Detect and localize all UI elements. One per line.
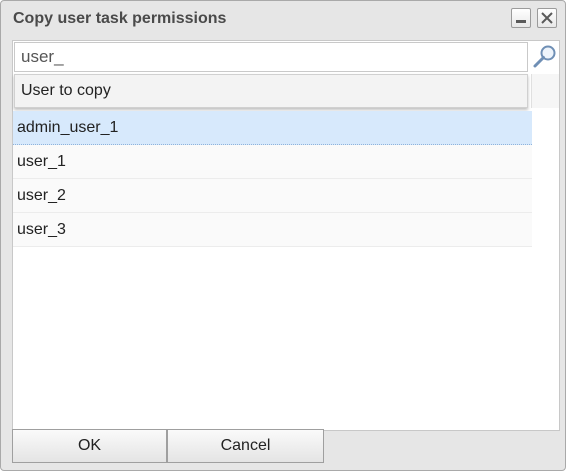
list-item[interactable]: user_1 — [13, 145, 532, 179]
dialog-content: User to copy admin_user_1 user_1 user_2 … — [12, 40, 560, 431]
list-item[interactable]: user_2 — [13, 179, 532, 213]
minimize-icon — [516, 20, 526, 23]
magnifier-icon — [533, 45, 556, 68]
search-button[interactable] — [531, 43, 559, 71]
autocomplete-dropdown[interactable]: User to copy — [14, 74, 528, 108]
scrollbar-gutter — [531, 74, 559, 108]
dialog-button-bar: OK Cancel — [12, 429, 558, 463]
dialog-titlebar[interactable]: Copy user task permissions — [1, 1, 565, 37]
list-item[interactable]: user_3 — [13, 213, 532, 247]
dialog-title: Copy user task permissions — [13, 10, 227, 27]
close-button[interactable] — [537, 8, 557, 28]
dropdown-item-user-to-copy[interactable]: User to copy — [21, 82, 111, 100]
user-list: admin_user_1 user_1 user_2 user_3 — [13, 111, 532, 247]
minimize-button[interactable] — [511, 8, 531, 28]
list-item[interactable]: admin_user_1 — [13, 111, 532, 145]
ok-button[interactable]: OK — [12, 429, 167, 463]
cancel-button[interactable]: Cancel — [167, 429, 324, 463]
user-search-input[interactable] — [14, 42, 528, 72]
copy-permissions-dialog: Copy user task permissions User to copy … — [0, 0, 566, 471]
close-icon — [541, 12, 553, 24]
